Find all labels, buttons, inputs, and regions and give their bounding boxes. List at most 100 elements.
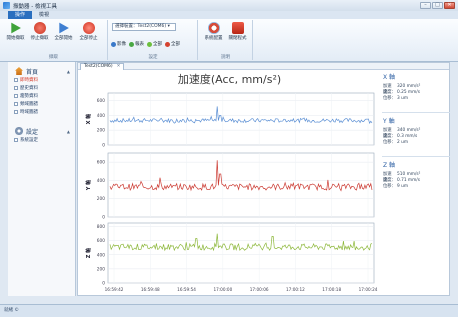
start-capture-label: 開始擷取 — [6, 36, 25, 41]
info-row: 位移： 2 um — [383, 140, 409, 145]
radio-report[interactable]: 報表 — [129, 41, 144, 47]
sidebar-item-system-settings[interactable]: 系統設定 — [8, 136, 75, 144]
x-tick-label: 17:00:18 — [322, 287, 341, 292]
system-config-label: 系統配置 — [204, 36, 223, 41]
y-tick-label: 400 — [97, 113, 105, 119]
y-tick-label: 200 — [97, 128, 105, 134]
radio-all[interactable]: 全部 — [147, 41, 162, 47]
tab-close-icon[interactable]: ✕ — [117, 64, 121, 70]
window-title: 振動器 - 檢視工具 — [13, 3, 57, 10]
y-tick-label: 600 — [97, 160, 105, 166]
info-title: Z 軸 — [383, 162, 396, 169]
info-row: 位移： 9 um — [383, 184, 409, 189]
ribbon-group-help: 系統配置 關閉程式 說明 — [199, 20, 253, 60]
y-axis-info: Y 軸 加速度： 340 mm/s² 速度： 0.3 mm/s 位移： 2 um — [382, 116, 450, 146]
status-bar: 就緒 © — [0, 304, 458, 317]
info-title: Y 軸 — [383, 118, 395, 125]
radio-image[interactable]: 影像 — [111, 41, 126, 47]
start-capture-button[interactable]: 開始擷取 — [5, 22, 26, 41]
radio-all-2[interactable]: 全部 — [165, 41, 180, 47]
ribbon-group-capture: 開始擷取 停止擷取 全部開始 全部停止 擷取 — [0, 20, 108, 60]
settings-icon — [207, 22, 220, 34]
menu-tab-operate[interactable]: 操作 — [8, 11, 33, 19]
acceleration-chart: 0 200 400 600 X 軸 0 200 400 600 Y 軸 0 200 400 600 800 Z… — [85, 92, 378, 292]
tab-label: Test2(COM6) — [84, 64, 113, 69]
stop-all-button[interactable]: 全部停止 — [78, 22, 99, 41]
y-tick-label: 600 — [97, 98, 105, 104]
minimize-button[interactable]: – — [420, 2, 431, 9]
x-tick-label: 17:00:24 — [359, 287, 378, 292]
app-icon — [3, 2, 10, 9]
sidebar-item-realtime[interactable]: 即時資料 — [8, 76, 75, 84]
trend-icon — [14, 94, 18, 98]
y-tick-label: 400 — [97, 252, 105, 258]
x-tick-label: 17:00:12 — [286, 287, 305, 292]
plot-frame — [107, 222, 375, 284]
sidebar-section-settings[interactable]: 設定 ▲ — [8, 122, 75, 136]
play-icon — [11, 22, 21, 34]
menu-tab-view[interactable]: 檢視 — [32, 11, 56, 19]
sidebar-item-frequency[interactable]: 頻域圖譜 — [8, 100, 75, 108]
collapse-icon[interactable]: ▲ — [67, 129, 70, 134]
y-axis-label: X 軸 — [85, 114, 92, 125]
sidebar-item-trend[interactable]: 趨勢資料 — [8, 92, 75, 100]
maximize-button[interactable]: □ — [432, 2, 443, 9]
stop-capture-button[interactable]: 停止擷取 — [29, 22, 50, 41]
start-all-button[interactable]: 全部開始 — [53, 22, 74, 41]
close-button[interactable]: ✕ — [444, 2, 455, 9]
y-axis-label: Y 軸 — [85, 180, 92, 191]
collapse-icon[interactable]: ▲ — [67, 69, 70, 74]
x-tick-label: 16:59:54 — [177, 287, 196, 292]
green-dot-icon — [129, 41, 134, 47]
gear-icon — [15, 127, 23, 135]
info-divider — [382, 112, 450, 113]
view-radio-group: 影像 報表 全部 全部 — [111, 41, 183, 47]
x-tick-label: 16:59:42 — [105, 287, 124, 292]
y-tick-label: 200 — [97, 196, 105, 202]
time-domain-icon — [14, 110, 18, 114]
x-tick-label: 17:00:00 — [213, 287, 232, 292]
x-axis-info: X 軸 加速度： 320 mm/s² 速度： 0.25 mm/s 位移： 3 um — [382, 72, 450, 102]
tool-icon — [14, 138, 18, 142]
x-tick-label: 16:59:48 — [141, 287, 160, 292]
sidebar: 首頁 ▲ 即時資料 歷史資料 趨勢資料 頻域圖譜 時域圖譜 設定 ▲ 系統設定 — [8, 62, 76, 296]
x-tick-label: 17:00:06 — [250, 287, 269, 292]
blue-dot-icon — [111, 41, 116, 47]
ribbon-group-label: 說明 — [221, 55, 230, 60]
sidebar-section-home[interactable]: 首頁 ▲ — [8, 62, 75, 76]
ribbon-group-label: 設定 — [148, 55, 158, 60]
ribbon: 開始擷取 停止擷取 全部開始 全部停止 擷取 選擇裝置：Test2(COM6) … — [0, 19, 458, 62]
y-tick-label: 0 — [102, 281, 105, 287]
start-all-label: 全部開始 — [54, 36, 73, 41]
title-bar: 振動器 - 檢視工具 – □ ✕ — [0, 0, 458, 11]
home-icon — [15, 67, 23, 75]
y-tick-label: 400 — [97, 178, 105, 184]
realtime-icon — [14, 78, 18, 82]
window-controls: – □ ✕ — [419, 2, 455, 9]
play-all-icon — [59, 22, 69, 34]
ribbon-group-label: 擷取 — [49, 55, 58, 60]
sidebar-section-title: 設定 — [26, 128, 39, 136]
green-dot-icon — [147, 41, 152, 47]
exit-program-button[interactable]: 關閉程式 — [227, 22, 248, 41]
device-select[interactable]: 選擇裝置：Test2(COM6) ▾ — [112, 23, 176, 31]
y-tick-label: 200 — [97, 266, 105, 272]
exit-icon — [231, 22, 244, 34]
main-panel: Test2(COM6) ✕ 加速度(Acc, mm/s²) 0 200 400 600… — [77, 62, 450, 296]
document-tabs: Test2(COM6) ✕ — [78, 63, 449, 70]
sidebar-item-history[interactable]: 歷史資料 — [8, 84, 75, 92]
y-tick-label: 800 — [97, 224, 105, 230]
tab-test2-com6[interactable]: Test2(COM6) ✕ — [80, 63, 125, 70]
y-tick-label: 0 — [102, 143, 105, 149]
plot-frame — [107, 92, 375, 146]
y-axis-label: Z 軸 — [85, 248, 92, 258]
exit-program-label: 關閉程式 — [228, 36, 247, 41]
sidebar-section-title: 首頁 — [26, 68, 39, 76]
info-divider — [382, 156, 450, 157]
close-icon — [82, 22, 95, 34]
stop-icon — [33, 22, 46, 34]
y-tick-label: 0 — [102, 215, 105, 221]
ribbon-group-settings: 選擇裝置：Test2(COM6) ▾ 影像 報表 全部 全部 設定 — [109, 20, 198, 60]
system-config-button[interactable]: 系統配置 — [203, 22, 224, 41]
sidebar-item-time[interactable]: 時域圖譜 — [8, 108, 75, 116]
